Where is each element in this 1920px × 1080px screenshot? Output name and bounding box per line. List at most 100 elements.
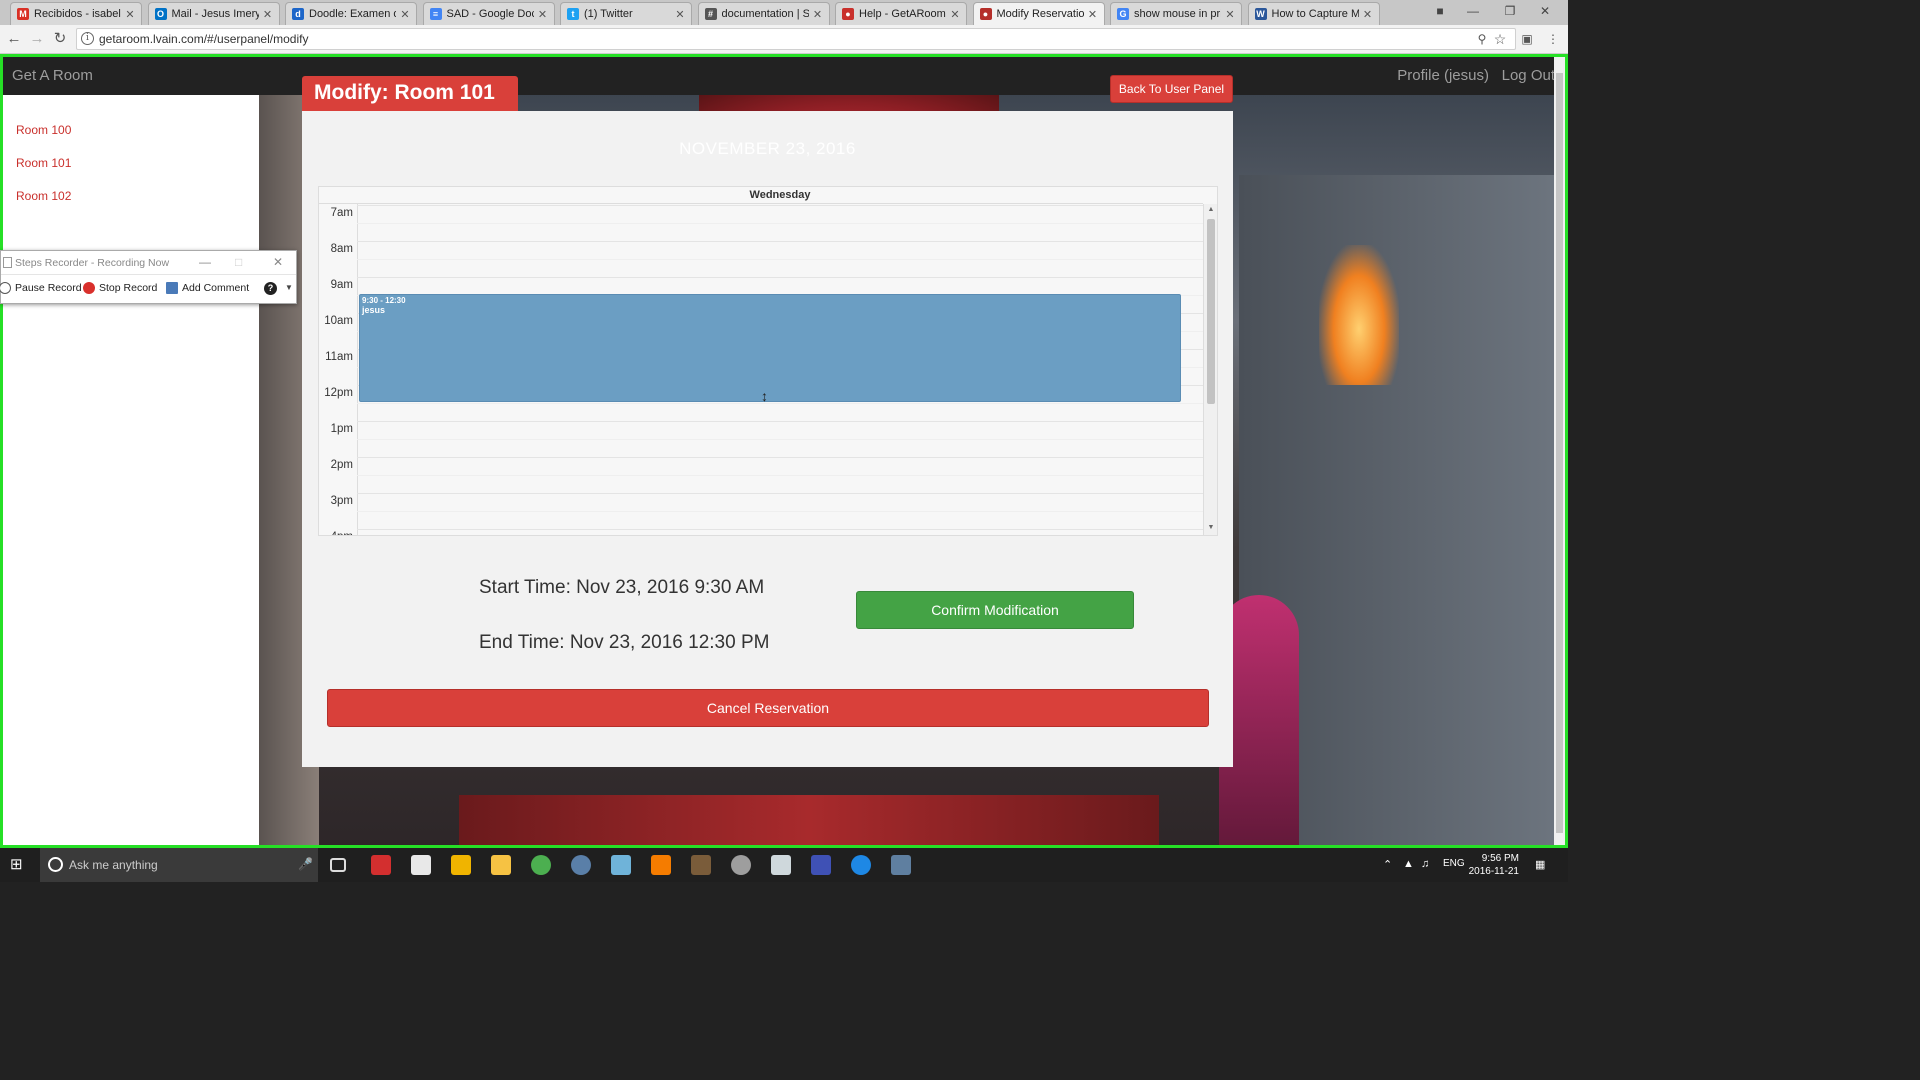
hour-line	[357, 493, 1203, 494]
sticky-notes-icon[interactable]	[451, 855, 471, 875]
url-input[interactable]: i getaroom.lvain.com/#/userpanel/modify	[76, 28, 1516, 50]
stop-record-label: Stop Record	[99, 282, 158, 294]
tab-close-icon[interactable]: ✕	[125, 8, 135, 21]
chrome-icon[interactable]	[531, 855, 551, 875]
app-globe-icon[interactable]	[571, 855, 591, 875]
calendar-scroll-thumb[interactable]	[1207, 219, 1215, 404]
volume-icon[interactable]: ♫	[1421, 858, 1429, 870]
file-explorer-icon[interactable]	[491, 855, 511, 875]
tab-close-icon[interactable]: ✕	[400, 8, 410, 21]
tab-9[interactable]: Gshow mouse in prin ✕	[1110, 2, 1242, 25]
logout-link[interactable]: Log Out	[1502, 67, 1555, 84]
clock-date: 2016-11-21	[1468, 866, 1519, 877]
app-game-icon[interactable]	[691, 855, 711, 875]
address-bar: ← → ↻ i getaroom.lvain.com/#/userpanel/m…	[0, 25, 1568, 54]
tab-8[interactable]: ● Modify Reservation ✕	[972, 2, 1105, 25]
sr-maximize-icon[interactable]: □	[235, 255, 242, 269]
event-user: jesus	[362, 305, 386, 315]
stop-icon	[83, 282, 95, 294]
network-icon[interactable]: ▲	[1403, 858, 1414, 870]
close-window-icon[interactable]: ✕	[1535, 4, 1555, 18]
xampp-icon[interactable]	[651, 855, 671, 875]
scroll-up-icon[interactable]: ▲	[1206, 206, 1216, 213]
page-scrollbar[interactable]	[1554, 57, 1565, 845]
stop-record-button[interactable]: Stop Record	[83, 282, 157, 294]
app-flag-icon[interactable]	[811, 855, 831, 875]
sr-minimize-icon[interactable]: —	[199, 255, 211, 269]
tab-close-icon[interactable]: ✕	[1225, 8, 1235, 21]
confirm-modification-button[interactable]: Confirm Modification	[856, 591, 1134, 629]
back-to-user-panel-button[interactable]: Back To User Panel	[1110, 75, 1233, 103]
minimize-icon[interactable]: —	[1463, 4, 1483, 18]
tab-close-icon[interactable]: ✕	[813, 8, 823, 21]
tab-favicon-icon: d	[292, 8, 304, 20]
tab-close-icon[interactable]: ✕	[263, 8, 273, 21]
pause-record-label: Pause Record	[15, 282, 82, 294]
steps-recorder-titlebar[interactable]: Steps Recorder - Recording Now — □ ✕	[1, 251, 296, 275]
cortana-search[interactable]: Ask me anything 🎤	[40, 848, 318, 882]
app-notepad-icon[interactable]	[611, 855, 631, 875]
restore-icon[interactable]: ❐	[1500, 4, 1520, 18]
forward-arrow-icon[interactable]: →	[28, 30, 46, 48]
tab-7[interactable]: ● Help - GetARoom ✕	[835, 2, 967, 25]
pin-icon[interactable]: ⚲	[1473, 30, 1491, 48]
event-time: 9:30 - 12:30	[362, 296, 406, 305]
extension-icon[interactable]: ▣	[1518, 30, 1536, 48]
microphone-icon[interactable]: 🎤	[298, 857, 313, 871]
reservation-event[interactable]: 9:30 - 12:30 jesus	[359, 294, 1181, 402]
back-arrow-icon[interactable]: ←	[5, 30, 23, 48]
tab-3[interactable]: d Doodle: Examen ora ✕	[285, 2, 417, 25]
hour-label: 9am	[330, 279, 353, 291]
windows-start-icon[interactable]: ⊞	[10, 857, 26, 873]
calendar-scrollbar[interactable]: ▲ ▼	[1203, 204, 1217, 535]
info-icon[interactable]: i	[81, 32, 94, 45]
tab-close-icon[interactable]: ✕	[1363, 8, 1373, 21]
scroll-down-icon[interactable]: ▼	[1206, 524, 1216, 531]
edge-icon[interactable]	[851, 855, 871, 875]
sr-close-icon[interactable]: ✕	[273, 255, 283, 269]
background-fire	[1319, 245, 1399, 385]
sidebar-item-room-100[interactable]: Room 100	[16, 123, 71, 137]
menu-icon[interactable]: ⋮	[1544, 30, 1562, 48]
calendar-header: Wednesday	[319, 187, 1203, 204]
end-time-label: End Time: Nov 23, 2016 12:30 PM	[479, 632, 770, 653]
brand-link[interactable]: Get A Room	[12, 67, 93, 84]
add-comment-button[interactable]: Add Comment	[166, 282, 249, 294]
notifications-icon[interactable]: ▦	[1535, 858, 1545, 871]
tab-10[interactable]: W How to Capture Mo ✕	[1247, 2, 1380, 25]
tab-close-icon[interactable]: ✕	[950, 8, 960, 21]
tab-close-icon[interactable]: ✕	[675, 8, 685, 21]
tab-close-icon[interactable]: ✕	[538, 8, 548, 21]
cancel-reservation-button[interactable]: Cancel Reservation	[327, 689, 1209, 727]
help-icon[interactable]: ?	[264, 282, 277, 295]
steps-recorder-taskbar-icon[interactable]	[891, 855, 911, 875]
star-icon[interactable]: ☆	[1491, 30, 1509, 48]
tray-chevron-icon[interactable]: ⌃	[1383, 858, 1392, 871]
page-scroll-thumb[interactable]	[1556, 73, 1563, 833]
user-icon[interactable]: ■	[1430, 4, 1450, 18]
app-helmet-icon[interactable]	[731, 855, 751, 875]
tab-4[interactable]: ≡ SAD - Google Docs ✕	[422, 2, 555, 25]
tab-close-icon[interactable]: ✕	[1088, 8, 1098, 21]
store-icon[interactable]	[411, 855, 431, 875]
task-view-icon[interactable]	[330, 858, 346, 872]
reload-icon[interactable]: ↻	[51, 30, 69, 48]
paint-icon[interactable]	[771, 855, 791, 875]
sidebar: Room 100 Room 101 Room 102	[3, 95, 259, 845]
language-indicator[interactable]: ENG	[1443, 858, 1465, 869]
tab-6[interactable]: # documentation | So ✕	[697, 2, 830, 25]
dropdown-icon[interactable]: ▼	[285, 283, 293, 292]
profile-link[interactable]: Profile (jesus)	[1397, 67, 1489, 84]
tab-favicon-icon: O	[154, 8, 167, 20]
hour-label: 2pm	[330, 459, 353, 471]
tab-2[interactable]: O Mail - Jesus Imery - ✕	[147, 2, 280, 25]
tab-1[interactable]: M Recibidos - isabellac ✕	[10, 2, 142, 25]
acrobat-icon[interactable]	[371, 855, 391, 875]
tab-title: Help - GetARoom	[859, 8, 946, 20]
pause-icon	[0, 282, 11, 294]
sidebar-item-room-101[interactable]: Room 101	[16, 156, 71, 170]
clock[interactable]: 9:56 PM 2016-11-21	[1467, 852, 1519, 878]
pause-record-button[interactable]: Pause Record	[0, 282, 82, 294]
sidebar-item-room-102[interactable]: Room 102	[16, 189, 71, 203]
tab-5[interactable]: t (1) Twitter ✕	[560, 2, 692, 25]
